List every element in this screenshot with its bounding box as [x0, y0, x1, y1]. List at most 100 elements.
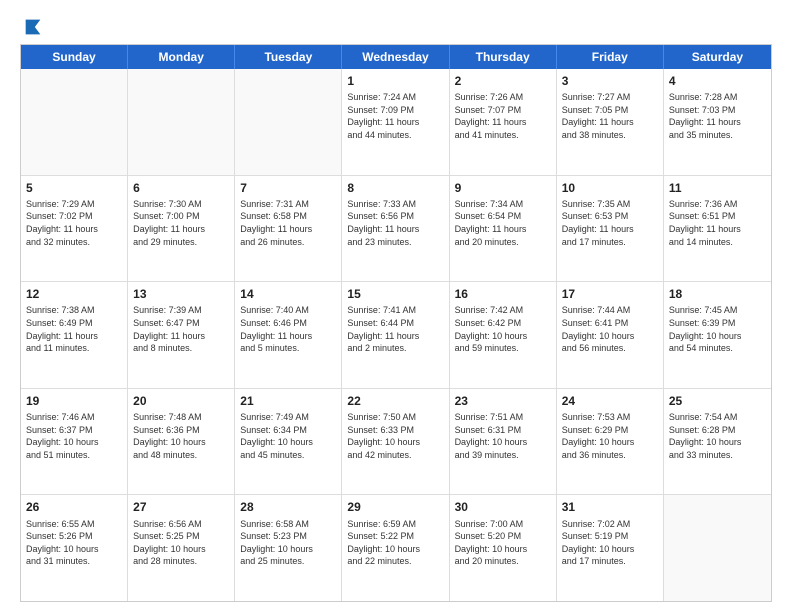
day-cell-29: 29 Sunrise: 6:59 AM Sunset: 5:22 PM Dayli…: [342, 495, 449, 601]
cell-info: Sunrise: 6:59 AM Sunset: 5:22 PM Dayligh…: [347, 518, 443, 568]
day-number: 8: [347, 180, 443, 196]
day-cell-8: 8 Sunrise: 7:33 AM Sunset: 6:56 PM Daylig…: [342, 176, 449, 282]
calendar-row-1: 1Sunrise: 7:24 AM Sunset: 7:09 PM Daylig…: [21, 69, 771, 176]
day-cell-7: 7 Sunrise: 7:31 AM Sunset: 6:58 PM Daylig…: [235, 176, 342, 282]
cell-info: Sunrise: 7:26 AM Sunset: 7:07 PM Dayligh…: [455, 91, 551, 141]
day-number: 2: [455, 73, 551, 89]
day-cell-3: 3Sunrise: 7:27 AM Sunset: 7:05 PM Daylig…: [557, 69, 664, 175]
weekday-header-wednesday: Wednesday: [342, 45, 449, 69]
weekday-header-monday: Monday: [128, 45, 235, 69]
cell-info: Sunrise: 6:58 AM Sunset: 5:23 PM Dayligh…: [240, 518, 336, 568]
cell-info: Sunrise: 7:35 AM Sunset: 6:53 PM Dayligh…: [562, 198, 658, 248]
cell-info: Sunrise: 7:50 AM Sunset: 6:33 PM Dayligh…: [347, 411, 443, 461]
day-number: 30: [455, 499, 551, 515]
empty-cell-r4c6: [664, 495, 771, 601]
day-cell-12: 12 Sunrise: 7:38 AM Sunset: 6:49 PM Dayli…: [21, 282, 128, 388]
day-number: 24: [562, 393, 658, 409]
day-number: 17: [562, 286, 658, 302]
day-cell-30: 30 Sunrise: 7:00 AM Sunset: 5:20 PM Dayli…: [450, 495, 557, 601]
day-number: 3: [562, 73, 658, 89]
day-number: 7: [240, 180, 336, 196]
cell-info: Sunrise: 7:31 AM Sunset: 6:58 PM Dayligh…: [240, 198, 336, 248]
cell-info: Sunrise: 7:49 AM Sunset: 6:34 PM Dayligh…: [240, 411, 336, 461]
day-cell-1: 1Sunrise: 7:24 AM Sunset: 7:09 PM Daylig…: [342, 69, 449, 175]
day-cell-15: 15 Sunrise: 7:41 AM Sunset: 6:44 PM Dayli…: [342, 282, 449, 388]
day-cell-18: 18 Sunrise: 7:45 AM Sunset: 6:39 PM Dayli…: [664, 282, 771, 388]
day-cell-10: 10 Sunrise: 7:35 AM Sunset: 6:53 PM Dayli…: [557, 176, 664, 282]
day-cell-28: 28 Sunrise: 6:58 AM Sunset: 5:23 PM Dayli…: [235, 495, 342, 601]
day-cell-31: 31Sunrise: 7:02 AM Sunset: 5:19 PM Dayli…: [557, 495, 664, 601]
cell-info: Sunrise: 7:53 AM Sunset: 6:29 PM Dayligh…: [562, 411, 658, 461]
day-cell-21: 21 Sunrise: 7:49 AM Sunset: 6:34 PM Dayli…: [235, 389, 342, 495]
day-number: 18: [669, 286, 766, 302]
calendar-row-3: 12 Sunrise: 7:38 AM Sunset: 6:49 PM Dayli…: [21, 282, 771, 389]
day-number: 21: [240, 393, 336, 409]
cell-info: Sunrise: 7:51 AM Sunset: 6:31 PM Dayligh…: [455, 411, 551, 461]
day-number: 16: [455, 286, 551, 302]
cell-info: Sunrise: 7:00 AM Sunset: 5:20 PM Dayligh…: [455, 518, 551, 568]
calendar-row-2: 5 Sunrise: 7:29 AM Sunset: 7:02 PM Daylig…: [21, 176, 771, 283]
day-cell-27: 27Sunrise: 6:56 AM Sunset: 5:25 PM Dayli…: [128, 495, 235, 601]
day-cell-26: 26 Sunrise: 6:55 AM Sunset: 5:26 PM Dayli…: [21, 495, 128, 601]
day-cell-20: 20 Sunrise: 7:48 AM Sunset: 6:36 PM Dayli…: [128, 389, 235, 495]
day-cell-22: 22 Sunrise: 7:50 AM Sunset: 6:33 PM Dayli…: [342, 389, 449, 495]
logo-icon: [22, 16, 44, 38]
day-number: 25: [669, 393, 766, 409]
empty-cell-r0c0: [21, 69, 128, 175]
day-cell-17: 17 Sunrise: 7:44 AM Sunset: 6:41 PM Dayli…: [557, 282, 664, 388]
empty-cell-r0c1: [128, 69, 235, 175]
day-cell-13: 13 Sunrise: 7:39 AM Sunset: 6:47 PM Dayli…: [128, 282, 235, 388]
day-number: 28: [240, 499, 336, 515]
day-number: 22: [347, 393, 443, 409]
day-cell-4: 4 Sunrise: 7:28 AM Sunset: 7:03 PM Daylig…: [664, 69, 771, 175]
cell-info: Sunrise: 7:54 AM Sunset: 6:28 PM Dayligh…: [669, 411, 766, 461]
day-cell-25: 25 Sunrise: 7:54 AM Sunset: 6:28 PM Dayli…: [664, 389, 771, 495]
cell-info: Sunrise: 6:55 AM Sunset: 5:26 PM Dayligh…: [26, 518, 122, 568]
day-number: 10: [562, 180, 658, 196]
cell-info: Sunrise: 7:33 AM Sunset: 6:56 PM Dayligh…: [347, 198, 443, 248]
logo: [20, 16, 44, 34]
day-cell-9: 9 Sunrise: 7:34 AM Sunset: 6:54 PM Daylig…: [450, 176, 557, 282]
day-number: 13: [133, 286, 229, 302]
day-number: 26: [26, 499, 122, 515]
day-number: 5: [26, 180, 122, 196]
day-number: 20: [133, 393, 229, 409]
day-number: 12: [26, 286, 122, 302]
cell-info: Sunrise: 7:48 AM Sunset: 6:36 PM Dayligh…: [133, 411, 229, 461]
day-number: 11: [669, 180, 766, 196]
calendar-header-row: SundayMondayTuesdayWednesdayThursdayFrid…: [21, 45, 771, 69]
day-cell-23: 23 Sunrise: 7:51 AM Sunset: 6:31 PM Dayli…: [450, 389, 557, 495]
calendar-row-4: 19 Sunrise: 7:46 AM Sunset: 6:37 PM Dayli…: [21, 389, 771, 496]
cell-info: Sunrise: 7:36 AM Sunset: 6:51 PM Dayligh…: [669, 198, 766, 248]
cell-info: Sunrise: 7:28 AM Sunset: 7:03 PM Dayligh…: [669, 91, 766, 141]
day-number: 6: [133, 180, 229, 196]
day-number: 19: [26, 393, 122, 409]
cell-info: Sunrise: 7:29 AM Sunset: 7:02 PM Dayligh…: [26, 198, 122, 248]
cell-info: Sunrise: 7:42 AM Sunset: 6:42 PM Dayligh…: [455, 304, 551, 354]
day-cell-11: 11 Sunrise: 7:36 AM Sunset: 6:51 PM Dayli…: [664, 176, 771, 282]
day-number: 1: [347, 73, 443, 89]
day-number: 4: [669, 73, 766, 89]
weekday-header-thursday: Thursday: [450, 45, 557, 69]
calendar-row-5: 26 Sunrise: 6:55 AM Sunset: 5:26 PM Dayli…: [21, 495, 771, 601]
cell-info: Sunrise: 7:41 AM Sunset: 6:44 PM Dayligh…: [347, 304, 443, 354]
weekday-header-friday: Friday: [557, 45, 664, 69]
calendar-body: 1Sunrise: 7:24 AM Sunset: 7:09 PM Daylig…: [21, 69, 771, 601]
cell-info: Sunrise: 7:46 AM Sunset: 6:37 PM Dayligh…: [26, 411, 122, 461]
cell-info: Sunrise: 7:45 AM Sunset: 6:39 PM Dayligh…: [669, 304, 766, 354]
day-number: 9: [455, 180, 551, 196]
day-number: 15: [347, 286, 443, 302]
calendar: SundayMondayTuesdayWednesdayThursdayFrid…: [20, 44, 772, 602]
weekday-header-sunday: Sunday: [21, 45, 128, 69]
cell-info: Sunrise: 7:44 AM Sunset: 6:41 PM Dayligh…: [562, 304, 658, 354]
day-cell-24: 24 Sunrise: 7:53 AM Sunset: 6:29 PM Dayli…: [557, 389, 664, 495]
day-number: 23: [455, 393, 551, 409]
day-number: 29: [347, 499, 443, 515]
cell-info: Sunrise: 7:38 AM Sunset: 6:49 PM Dayligh…: [26, 304, 122, 354]
weekday-header-tuesday: Tuesday: [235, 45, 342, 69]
cell-info: Sunrise: 7:34 AM Sunset: 6:54 PM Dayligh…: [455, 198, 551, 248]
day-cell-2: 2 Sunrise: 7:26 AM Sunset: 7:07 PM Daylig…: [450, 69, 557, 175]
cell-info: Sunrise: 7:39 AM Sunset: 6:47 PM Dayligh…: [133, 304, 229, 354]
cell-info: Sunrise: 7:30 AM Sunset: 7:00 PM Dayligh…: [133, 198, 229, 248]
day-cell-5: 5 Sunrise: 7:29 AM Sunset: 7:02 PM Daylig…: [21, 176, 128, 282]
